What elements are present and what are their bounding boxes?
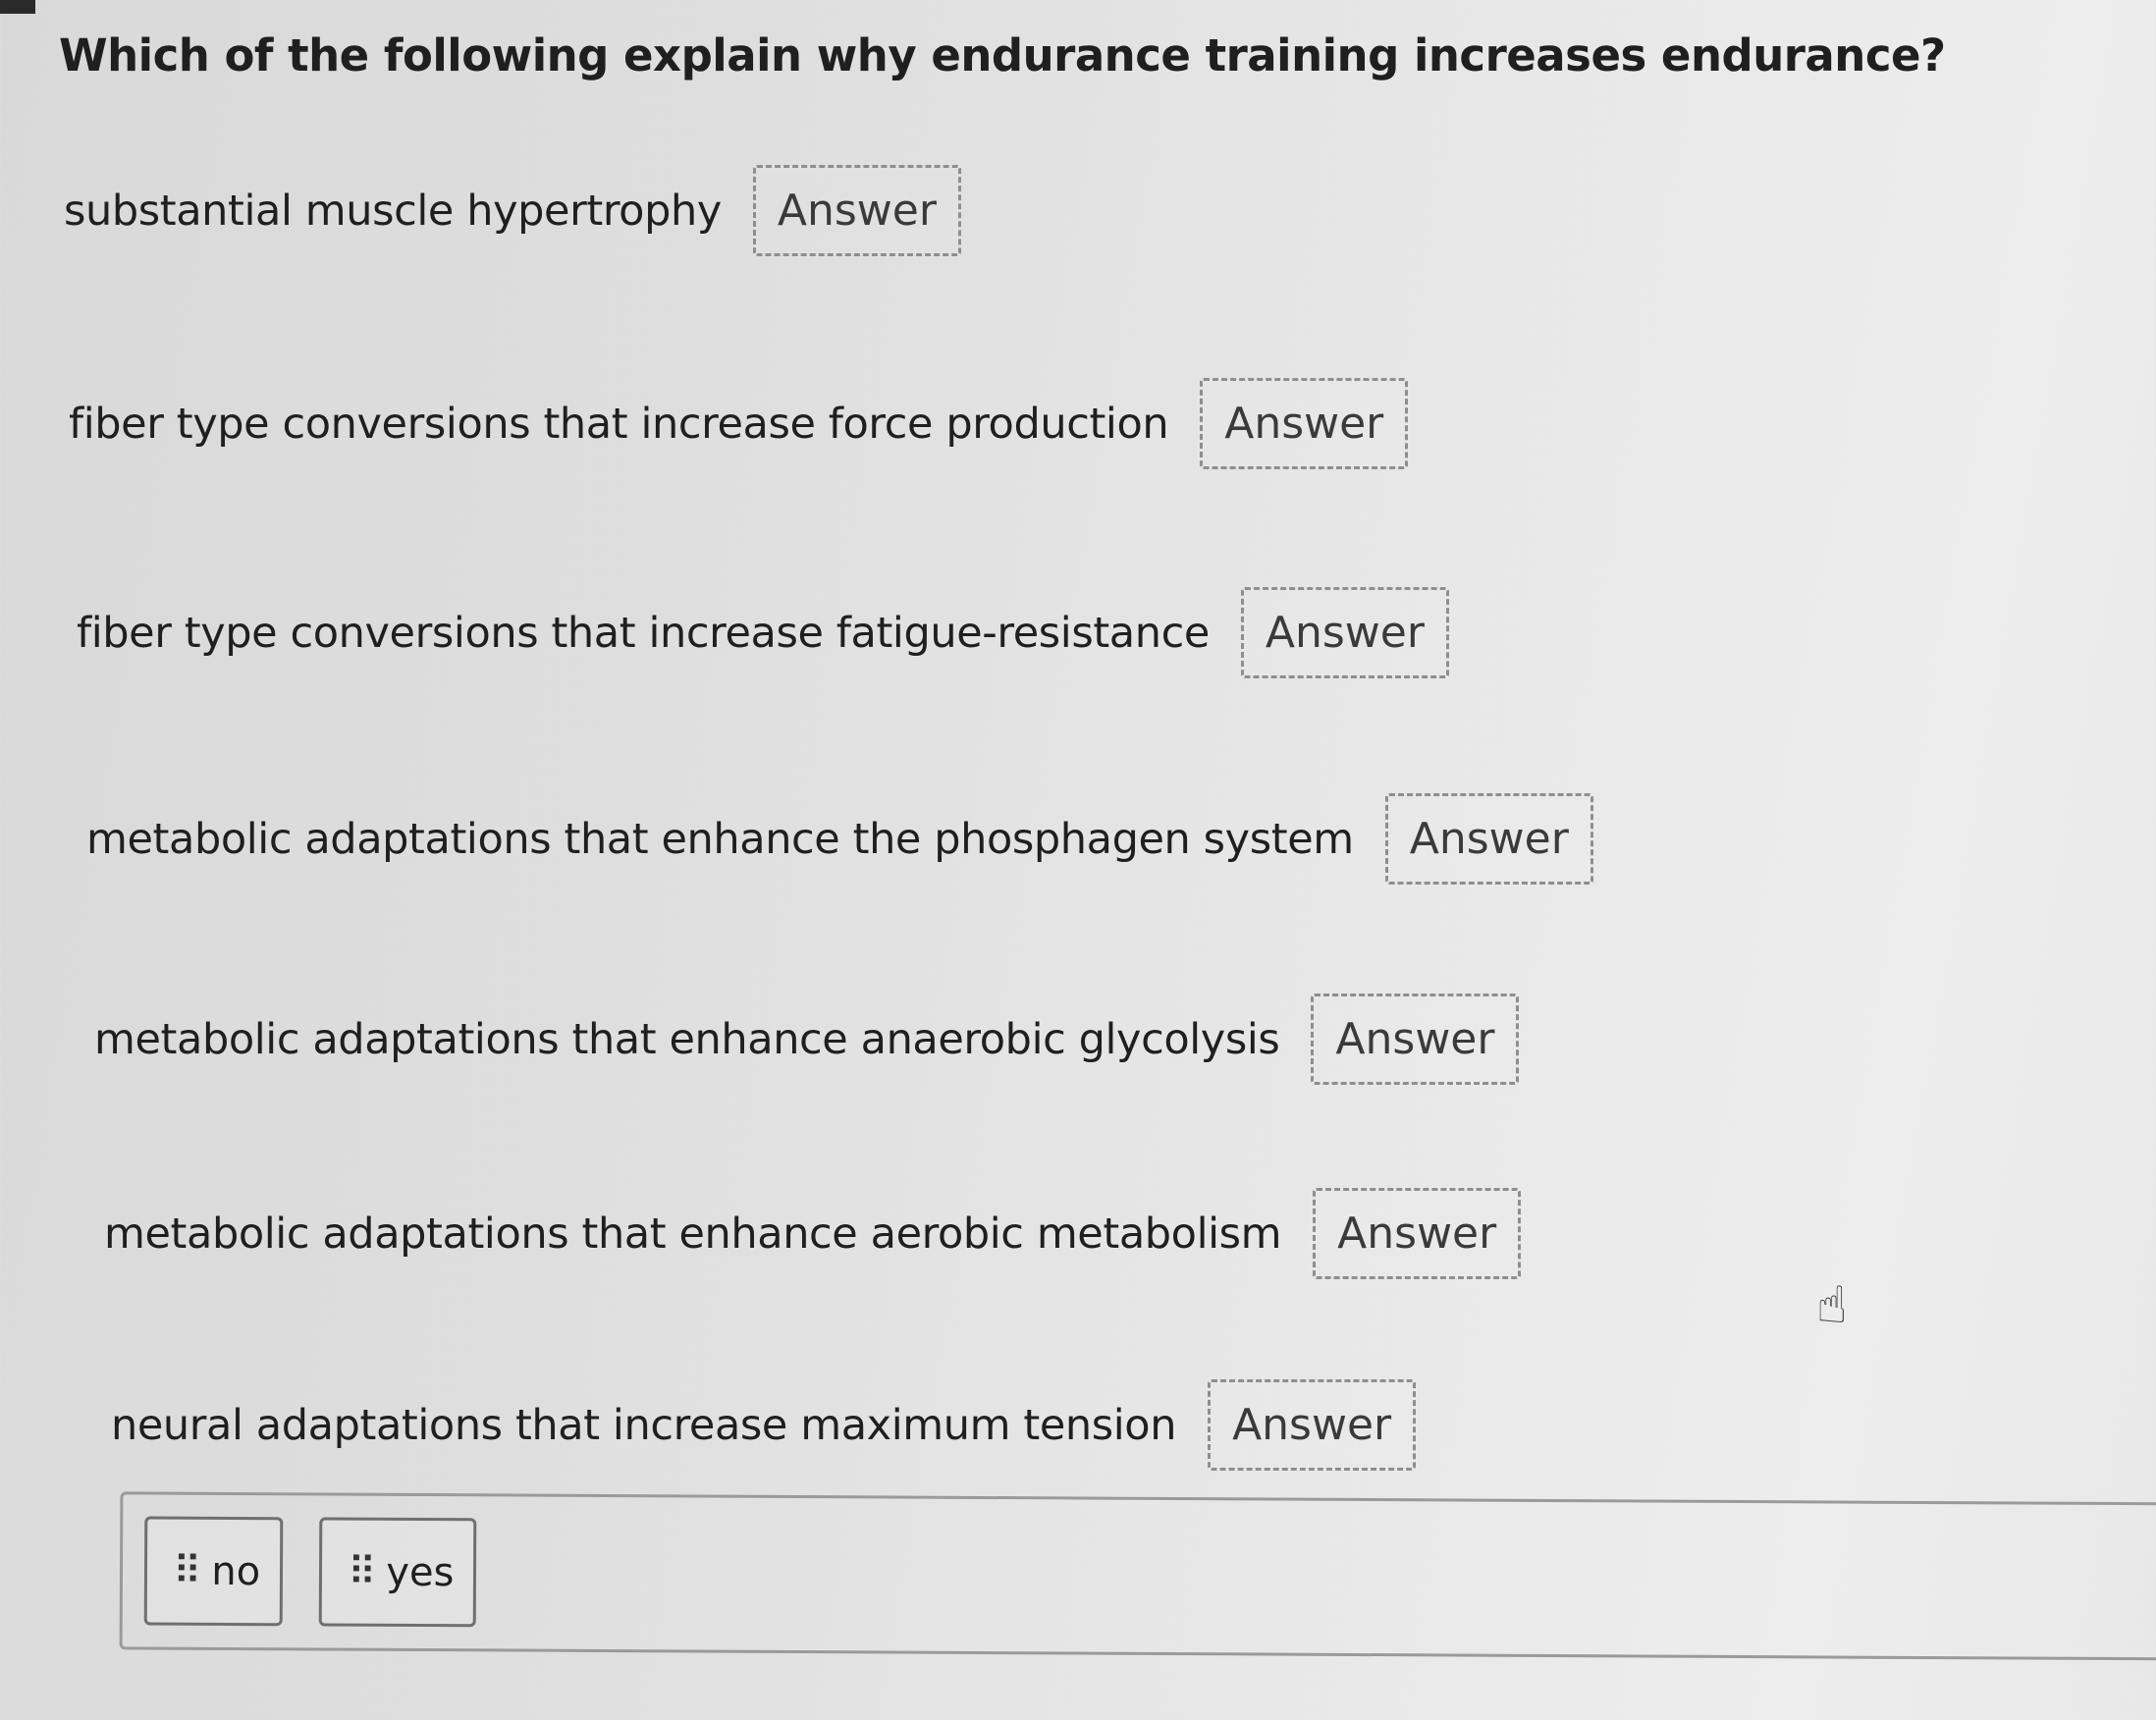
answer-bank: ⠿ no ⠿ yes bbox=[119, 1491, 2156, 1661]
chip-label: yes bbox=[386, 1549, 455, 1595]
row-label: neural adaptations that increase maximum… bbox=[111, 1400, 1177, 1450]
top-edge-mark bbox=[0, 0, 35, 14]
row-label: fiber type conversions that increase for… bbox=[69, 399, 1169, 449]
chip-label: no bbox=[211, 1548, 261, 1594]
match-row-hypertrophy: substantial muscle hypertrophy Answer bbox=[64, 165, 961, 256]
answer-drop-zone[interactable]: Answer bbox=[1208, 1379, 1417, 1471]
answer-chip-no[interactable]: ⠿ no bbox=[143, 1516, 284, 1627]
match-row-phosphagen: metabolic adaptations that enhance the p… bbox=[86, 793, 1593, 885]
row-label: substantial muscle hypertrophy bbox=[64, 186, 722, 236]
match-row-aerobic-metabolism: metabolic adaptations that enhance aerob… bbox=[104, 1188, 1522, 1279]
row-label: metabolic adaptations that enhance anaer… bbox=[94, 1014, 1280, 1064]
row-label: fiber type conversions that increase fat… bbox=[77, 608, 1210, 658]
match-row-force-production: fiber type conversions that increase for… bbox=[69, 378, 1409, 469]
answer-drop-zone[interactable]: Answer bbox=[1313, 1188, 1522, 1279]
grip-dots-icon: ⠿ bbox=[172, 1548, 202, 1594]
answer-drop-zone[interactable]: Answer bbox=[1311, 994, 1520, 1085]
grip-dots-icon: ⠿ bbox=[347, 1549, 377, 1595]
row-label: metabolic adaptations that enhance aerob… bbox=[104, 1209, 1282, 1259]
row-label: metabolic adaptations that enhance the p… bbox=[86, 814, 1354, 864]
answer-drop-zone[interactable]: Answer bbox=[1384, 793, 1593, 885]
match-row-fatigue-resistance: fiber type conversions that increase fat… bbox=[77, 587, 1449, 678]
question-text: Which of the following explain why endur… bbox=[59, 29, 1946, 81]
answer-drop-zone[interactable]: Answer bbox=[752, 165, 961, 256]
match-row-neural-adaptations: neural adaptations that increase maximum… bbox=[111, 1379, 1417, 1471]
answer-drop-zone[interactable]: Answer bbox=[1200, 378, 1409, 469]
hand-pointer-icon: ☝ bbox=[1816, 1276, 1848, 1335]
match-row-anaerobic-glycolysis: metabolic adaptations that enhance anaer… bbox=[94, 994, 1520, 1085]
answer-drop-zone[interactable]: Answer bbox=[1240, 587, 1449, 678]
answer-chip-yes[interactable]: ⠿ yes bbox=[318, 1517, 477, 1628]
